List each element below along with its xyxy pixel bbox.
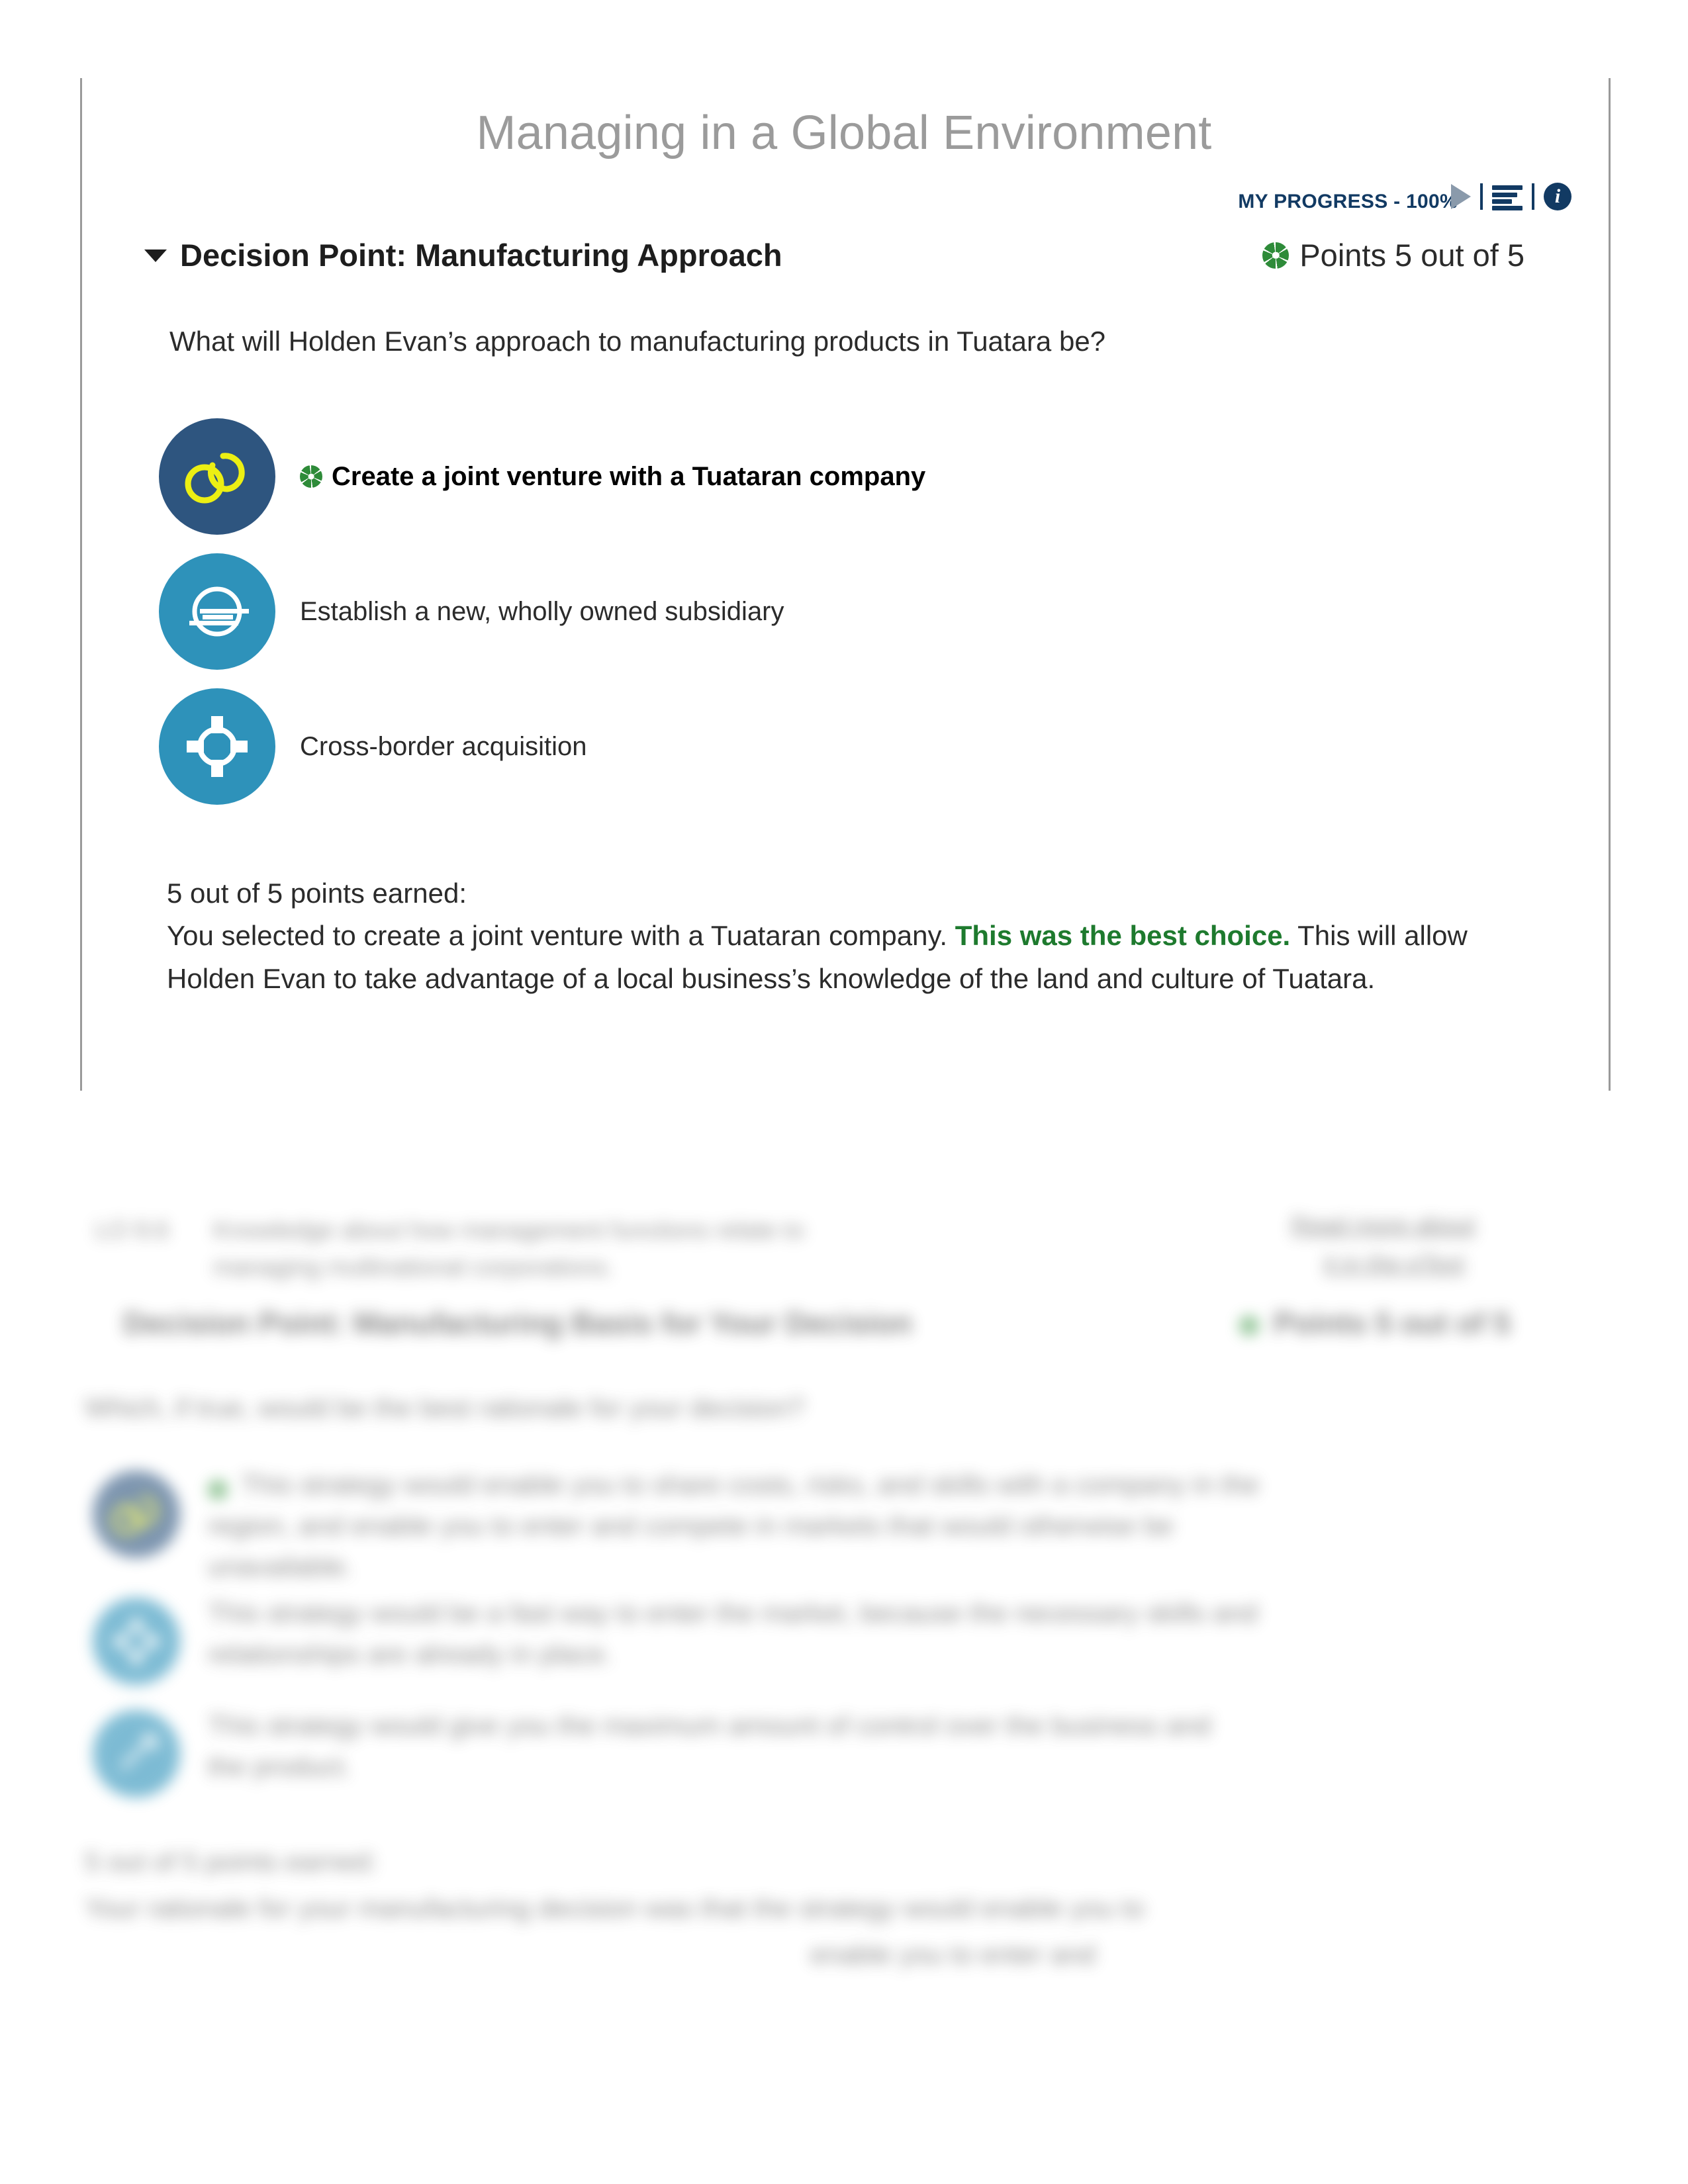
decision-question: What will Holden Evan’s approach to manu…: [169, 326, 1106, 357]
read-more-link-line-2[interactable]: it in the eText: [1324, 1250, 1464, 1277]
option-text: Create a joint venture with a Tuataran c…: [332, 461, 926, 491]
clover-icon: [1262, 242, 1289, 269]
lesson-toolbar: i: [1451, 183, 1571, 210]
globe-lines-icon: [159, 553, 275, 670]
play-icon[interactable]: [1451, 184, 1471, 209]
blurred-feedback-line-1: Your rationale for your manufacturing de…: [85, 1893, 1145, 1923]
decision-point-2-title: Decision Point: Manufacturing Basis for …: [123, 1306, 912, 1340]
crosshair-target-icon: [159, 688, 275, 805]
option-text: Cross-border acquisition: [300, 731, 587, 761]
blurred-feedback-line-2: enable you to enter and: [810, 1939, 1096, 1970]
blurred-option-3-line-2: the product.: [208, 1751, 352, 1782]
content-left-rule: [80, 78, 82, 1091]
toolbar-divider: [1532, 183, 1534, 210]
objective-text-line-1: Knowledge about how management functions…: [213, 1216, 804, 1244]
toolbar-divider: [1480, 183, 1483, 210]
objective-code: LO 9.6: [95, 1216, 169, 1244]
blurred-lower-content: LO 9.6 Knowledge about how management fu…: [61, 1087, 1627, 2184]
content-right-rule: [1609, 78, 1611, 1091]
blurred-option-2-line-1: This strategy would be a fast way to ent…: [208, 1598, 1258, 1628]
option-wholly-owned-subsidiary[interactable]: Establish a new, wholly owned subsidiary: [159, 544, 1549, 679]
blurred-option-badge[interactable]: [93, 1471, 180, 1558]
points-text: Points 5 out of 5: [1299, 238, 1524, 273]
left-fade-overlay: [0, 1087, 66, 2184]
points-badge: Points 5 out of 5: [1262, 237, 1554, 273]
read-more-link-line-1[interactable]: Read more about: [1291, 1211, 1475, 1239]
option-label: Establish a new, wholly owned subsidiary: [300, 597, 784, 627]
blurred-option-1-line-1: This strategy would enable you to share …: [241, 1469, 1260, 1500]
blurred-feedback-earned: 5 out of 5 points earned:: [85, 1846, 378, 1877]
bottom-fade-overlay: [0, 2111, 1688, 2184]
objective-text-line-2: managing multinational corporations.: [213, 1253, 614, 1281]
option-cross-border-acquisition[interactable]: Cross-border acquisition: [159, 679, 1549, 814]
blurred-option-badge[interactable]: [93, 1598, 180, 1685]
options-list: Create a joint venture with a Tuataran c…: [159, 409, 1549, 814]
decision-point-2-question: Which, if true, would be the best ration…: [85, 1392, 805, 1423]
clover-icon: [208, 1480, 228, 1500]
points-earned-text: 5 out of 5 points earned:: [167, 878, 467, 909]
joint-venture-rings-icon: [159, 418, 275, 535]
decision-point-title: Decision Point: Manufacturing Approach: [180, 238, 782, 273]
page-title: Managing in a Global Environment: [476, 107, 1212, 159]
option-text: Establish a new, wholly owned subsidiary: [300, 596, 784, 626]
decision-point-2-points: Points 5 out of 5: [1274, 1306, 1511, 1340]
lesson-page: Managing in a Global Environment MY PROG…: [0, 0, 1688, 2184]
blurred-option-badge[interactable]: [93, 1710, 180, 1797]
caret-down-icon[interactable]: [144, 250, 167, 262]
blurred-option-1-line-2: region, and enable you to enter and comp…: [208, 1510, 1174, 1541]
option-label: Create a joint venture with a Tuataran c…: [300, 462, 925, 492]
blurred-option-3-line-1: This strategy would give you the maximum…: [208, 1710, 1211, 1741]
feedback-sentence-1: You selected to create a joint venture w…: [167, 920, 955, 952]
option-label: Cross-border acquisition: [300, 732, 587, 762]
my-progress-label: MY PROGRESS - 100%: [1238, 191, 1458, 212]
decision-point-header: Decision Point: Manufacturing Approach P…: [144, 237, 1554, 273]
clover-icon: [300, 465, 322, 488]
blurred-option-1-line-3: unavailable.: [208, 1551, 353, 1582]
list-icon[interactable]: [1492, 184, 1523, 210]
clover-icon: [1239, 1316, 1259, 1336]
feedback-block: 5 out of 5 points earned: You selected t…: [167, 872, 1544, 1000]
blurred-option-2-line-2: relationships are already in place.: [208, 1639, 612, 1669]
option-joint-venture[interactable]: Create a joint venture with a Tuataran c…: [159, 409, 1549, 544]
feedback-paragraph: You selected to create a joint venture w…: [167, 915, 1544, 1000]
best-choice-highlight: This was the best choice.: [955, 920, 1291, 952]
info-icon[interactable]: i: [1544, 183, 1571, 210]
